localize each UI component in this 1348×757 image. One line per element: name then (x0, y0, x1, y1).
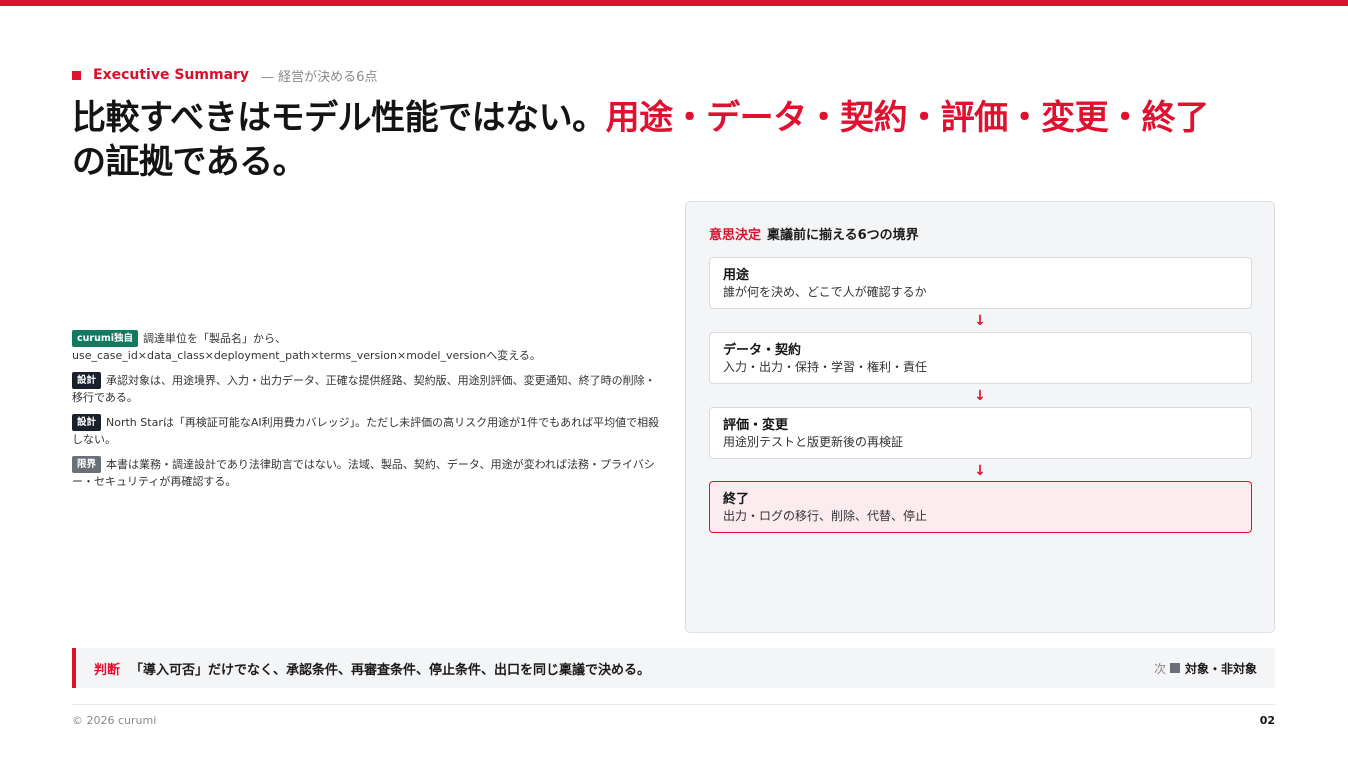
flow-step-eval-change: 評価・変更 用途別テストと版更新後の再検証 (709, 407, 1252, 459)
decision-callout: 判断 「導入可否」だけでなく、承認条件、再審査条件、停止条件、出口を同じ稟議で決… (72, 648, 1275, 688)
section-sublabel: — 経営が決める6点 (261, 69, 378, 85)
note-item: curumi独自 調達単位を「製品名」から、use_case_id×data_cl… (72, 330, 664, 364)
note-text: 本書は業務・調達設計であり法律助言ではない。法域、製品、契約、データ、用途が変わ… (72, 458, 655, 488)
title-accent: 用途・データ・契約・評価・変更・終了 (605, 98, 1210, 138)
step-title: データ・契約 (723, 343, 802, 358)
note-badge: 設計 (72, 414, 102, 431)
section-eyebrow: Executive Summary — 経営が決める6点 (72, 65, 377, 85)
title-lead: 比較すべきはモデル性能ではない。 (72, 98, 606, 138)
note-text: 調達単位を「製品名」から、use_case_id×data_class×depl… (72, 332, 541, 362)
step-desc: 用途別テストと版更新後の再検証 (723, 435, 904, 449)
decision-text: 「導入可否」だけでなく、承認条件、再審査条件、停止条件、出口を同じ稟議で決める。 (130, 662, 651, 678)
note-badge: 限界 (72, 456, 102, 473)
step-desc: 誰が何を決め、どこで人が確認するか (723, 285, 927, 299)
panel-heading: 意思決定 稟議前に揃える6つの境界 (709, 224, 919, 243)
top-accent-bar (0, 0, 1348, 6)
panel-tag: 意思決定 (709, 228, 762, 243)
notes-list: curumi独自 調達単位を「製品名」から、use_case_id×data_cl… (72, 330, 664, 498)
step-title: 用途 (723, 268, 750, 283)
step-title: 評価・変更 (723, 418, 789, 433)
note-text: North Starは「再検証可能なAI利用費カバレッジ」。ただし未評価の高リス… (72, 416, 660, 446)
next-section-link[interactable]: 次 対象・非対象 (1154, 660, 1257, 677)
note-text: 承認対象は、用途境界、入力・出力データ、正確な提供経路、契約版、用途別評価、変更… (72, 374, 656, 404)
square-icon (1169, 663, 1180, 673)
flow-step-termination: 終了 出力・ログの移行、削除、代替、停止 (709, 481, 1252, 533)
square-bullet-icon (72, 70, 81, 80)
down-arrow-icon: ↓ (974, 388, 986, 404)
decision-key: 判断 (94, 662, 121, 678)
step-title: 終了 (723, 492, 750, 507)
copyright: © 2026 curumi (72, 714, 157, 727)
step-desc: 出力・ログの移行、削除、代替、停止 (723, 509, 928, 523)
down-arrow-icon: ↓ (974, 463, 986, 479)
decision-boundaries-panel: 意思決定 稟議前に揃える6つの境界 用途 誰が何を決め、どこで人が確認するか ↓ … (685, 201, 1275, 633)
panel-title: 稟議前に揃える6つの境界 (767, 228, 919, 243)
title-tail: の証拠である。 (72, 142, 307, 182)
page-number: 02 (1259, 714, 1275, 727)
step-desc: 入力・出力・保持・学習・権利・責任 (723, 360, 928, 374)
section-label: Executive Summary (93, 67, 250, 83)
footer-divider (72, 704, 1275, 705)
note-item: 限界 本書は業務・調達設計であり法律助言ではない。法域、製品、契約、データ、用途が… (72, 456, 664, 490)
next-title: 対象・非対象 (1184, 661, 1257, 676)
next-label: 次 (1153, 661, 1166, 676)
note-item: 設計 North Starは「再検証可能なAI利用費カバレッジ」。ただし未評価の高… (72, 414, 664, 448)
page-title: 比較すべきはモデル性能ではない。用途・データ・契約・評価・変更・終了の証拠である… (72, 96, 1292, 184)
down-arrow-icon: ↓ (974, 313, 986, 329)
note-item: 設計 承認対象は、用途境界、入力・出力データ、正確な提供経路、契約版、用途別評価、… (72, 372, 664, 406)
flow-step-usage: 用途 誰が何を決め、どこで人が確認するか (709, 257, 1252, 309)
flow-step-data-contract: データ・契約 入力・出力・保持・学習・権利・責任 (709, 332, 1252, 384)
note-badge: 設計 (72, 372, 102, 389)
note-badge: curumi独自 (72, 330, 138, 347)
